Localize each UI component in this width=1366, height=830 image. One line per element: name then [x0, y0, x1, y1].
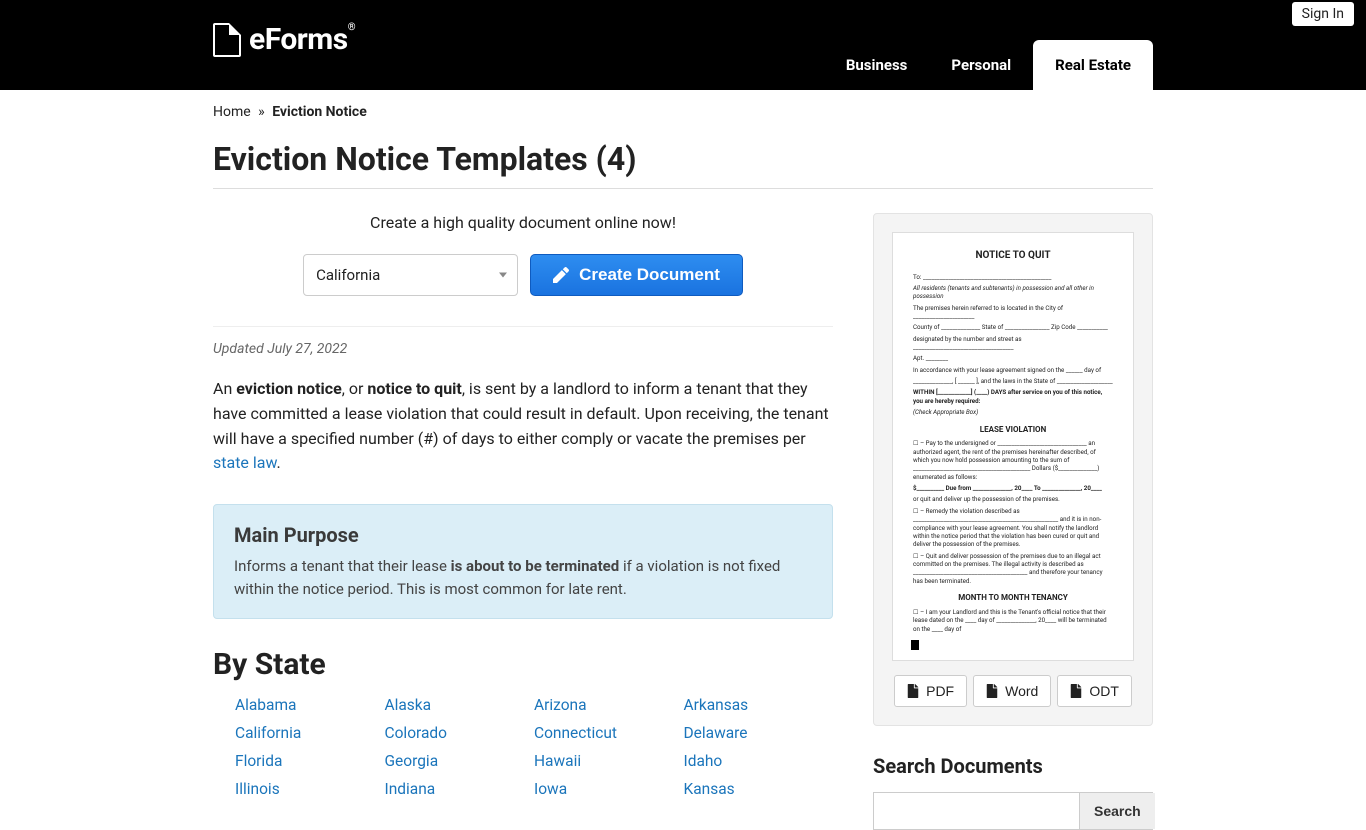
logo-text: eForms®	[249, 22, 355, 57]
doc-title: NOTICE TO QUIT	[913, 249, 1113, 263]
by-state-heading: By State	[213, 647, 833, 682]
page-title: Eviction Notice Templates (4)	[213, 140, 1153, 178]
sign-in-button[interactable]: Sign In	[1292, 2, 1354, 26]
main-purpose-title: Main Purpose	[234, 523, 812, 547]
updated-date: Updated July 27, 2022	[213, 341, 833, 357]
state-link[interactable]: California	[235, 724, 385, 742]
state-link[interactable]: Georgia	[385, 752, 535, 770]
state-link[interactable]: Florida	[235, 752, 385, 770]
search-input[interactable]	[874, 793, 1079, 829]
state-link[interactable]: Arkansas	[684, 696, 834, 714]
search-heading: Search Documents	[873, 754, 1153, 778]
breadcrumb: Home » Eviction Notice	[213, 90, 1153, 126]
nav-real-estate[interactable]: Real Estate	[1033, 40, 1153, 90]
breadcrumb-home[interactable]: Home	[213, 104, 251, 120]
primary-nav: Business Personal Real Estate	[824, 40, 1153, 90]
state-select[interactable]: California	[303, 254, 518, 296]
state-link[interactable]: Connecticut	[534, 724, 684, 742]
document-preview[interactable]: NOTICE TO QUIT To: _____________________…	[892, 232, 1134, 661]
document-icon	[213, 23, 241, 57]
file-icon	[1070, 684, 1082, 698]
main-purpose-text: Informs a tenant that their lease is abo…	[234, 555, 812, 600]
state-link[interactable]: Alabama	[235, 696, 385, 714]
state-link[interactable]: Hawaii	[534, 752, 684, 770]
document-preview-card: NOTICE TO QUIT To: _____________________…	[873, 213, 1153, 726]
state-link[interactable]: Illinois	[235, 780, 385, 798]
state-link[interactable]: Idaho	[684, 752, 834, 770]
download-word-button[interactable]: Word	[973, 675, 1051, 707]
page-icon	[911, 640, 919, 650]
state-law-link[interactable]: state law	[213, 453, 277, 472]
download-pdf-button[interactable]: PDF	[894, 675, 967, 707]
state-link[interactable]: Delaware	[684, 724, 834, 742]
state-grid: Alabama Alaska Arizona Arkansas Californ…	[213, 696, 833, 798]
sub-rule	[213, 326, 833, 327]
intro-paragraph: An eviction notice, or notice to quit, i…	[213, 377, 833, 476]
create-lead: Create a high quality document online no…	[213, 213, 833, 232]
pencil-icon	[553, 267, 569, 283]
doc-sub-m2m: MONTH TO MONTH TENANCY	[913, 593, 1113, 604]
create-document-button[interactable]: Create Document	[530, 254, 743, 296]
state-link[interactable]: Arizona	[534, 696, 684, 714]
state-link[interactable]: Alaska	[385, 696, 535, 714]
download-odt-button[interactable]: ODT	[1057, 675, 1132, 707]
state-link[interactable]: Kansas	[684, 780, 834, 798]
state-link[interactable]: Indiana	[385, 780, 535, 798]
nav-personal[interactable]: Personal	[929, 40, 1033, 90]
doc-sub-lease: LEASE VIOLATION	[913, 425, 1113, 436]
state-link[interactable]: Iowa	[534, 780, 684, 798]
state-select-value: California	[316, 266, 380, 284]
file-icon	[907, 684, 919, 698]
breadcrumb-sep: »	[258, 104, 265, 120]
state-link[interactable]: Colorado	[385, 724, 535, 742]
search-button[interactable]: Search	[1079, 793, 1155, 829]
nav-business[interactable]: Business	[824, 40, 930, 90]
search-section: Search Documents Search	[873, 754, 1153, 830]
file-icon	[986, 684, 998, 698]
title-rule	[213, 188, 1153, 189]
breadcrumb-current: Eviction Notice	[272, 104, 367, 120]
create-document-label: Create Document	[579, 265, 720, 285]
main-purpose-box: Main Purpose Informs a tenant that their…	[213, 504, 833, 619]
logo[interactable]: eForms®	[213, 22, 355, 57]
